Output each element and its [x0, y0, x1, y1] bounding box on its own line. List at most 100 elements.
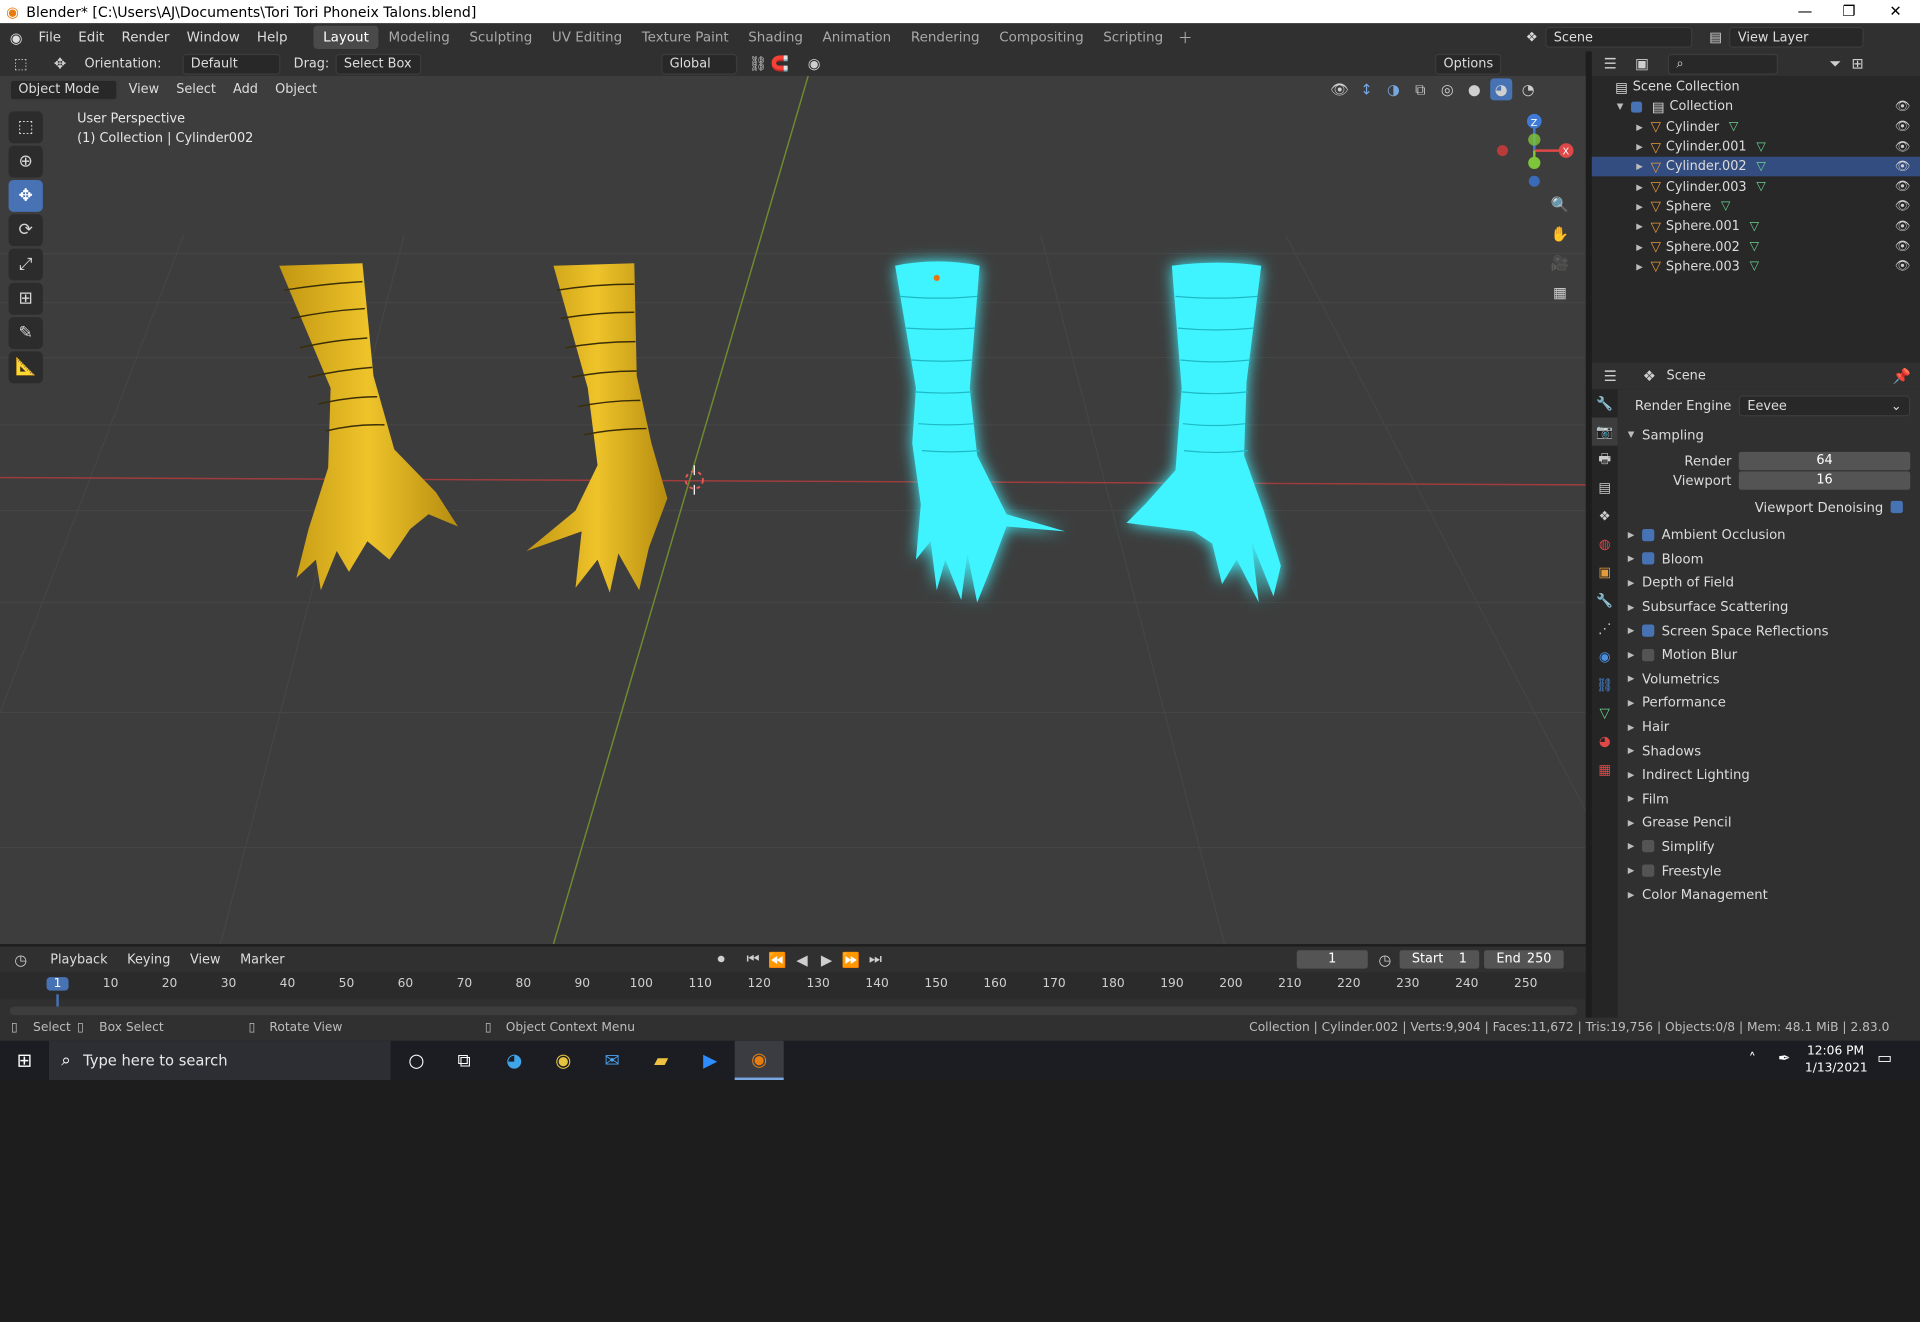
- zoom-app-icon[interactable]: ▶: [686, 1041, 735, 1080]
- tab-texture-paint[interactable]: Texture Paint: [632, 26, 739, 49]
- properties-panel-header[interactable]: ▶ Hair: [1618, 715, 1920, 739]
- rotate-tool-icon[interactable]: ⟳: [8, 214, 43, 247]
- eye-icon[interactable]: 👁: [1895, 180, 1911, 193]
- material-shading-icon[interactable]: ◕: [1490, 78, 1513, 101]
- editor-type-icon[interactable]: ⬚: [10, 53, 32, 75]
- panel-enable-checkbox[interactable]: [1642, 864, 1655, 877]
- outliner-item[interactable]: ▶ ▽ Sphere ▽ 👁: [1592, 197, 1920, 217]
- properties-panel-header[interactable]: ▶ Grease Pencil: [1618, 811, 1920, 835]
- clock[interactable]: 12:06 PM 1/13/2021: [1805, 1043, 1868, 1077]
- cyan-talon-right[interactable]: [1108, 262, 1281, 603]
- panel-enable-checkbox[interactable]: [1642, 840, 1655, 853]
- next-keyframe-icon[interactable]: ⏩: [840, 948, 862, 970]
- properties-panel-header[interactable]: ▶ Subsurface Scattering: [1618, 595, 1920, 619]
- outliner-item[interactable]: ▶ ▽ Cylinder.001 ▽ 👁: [1592, 137, 1920, 157]
- gold-talon-left[interactable]: [279, 263, 458, 591]
- orientation-select[interactable]: Default: [182, 53, 281, 75]
- tab-modeling[interactable]: Modeling: [379, 26, 460, 49]
- world-tab-icon[interactable]: ◍: [1592, 530, 1618, 558]
- expand-icon[interactable]: ▶: [1633, 162, 1645, 172]
- outliner-item[interactable]: ▶ ▽ Sphere.001 ▽ 👁: [1592, 217, 1920, 237]
- outliner-item[interactable]: ▶ ▽ Cylinder.002 ▽ 👁: [1591, 156, 1920, 177]
- record-icon[interactable]: ⏺: [710, 948, 732, 970]
- display-mode-icon[interactable]: ▣: [1631, 53, 1653, 75]
- menu-edit[interactable]: Edit: [70, 29, 113, 45]
- frame-ruler[interactable]: 1 10 20 30 40 50 60 70 80 90 100 110 120 130 140 150 160…: [0, 972, 1586, 1012]
- properties-panel-header[interactable]: ▶ Motion Blur: [1618, 643, 1920, 667]
- viewport-menu-object[interactable]: Object: [269, 82, 323, 97]
- 3d-cursor[interactable]: [684, 465, 704, 495]
- render-tab-icon[interactable]: 📷: [1591, 417, 1618, 446]
- solid-shading-icon[interactable]: ●: [1463, 78, 1485, 100]
- view-layer-icon[interactable]: ▤: [1709, 29, 1722, 45]
- expand-icon[interactable]: ▶: [1633, 222, 1645, 232]
- pan-hand-icon[interactable]: ✋: [1549, 223, 1571, 245]
- close-button[interactable]: ✕: [1873, 0, 1917, 23]
- outliner-search-input[interactable]: ⌕: [1667, 53, 1778, 75]
- transform-orientation-select[interactable]: Global: [661, 53, 737, 75]
- eye-icon[interactable]: 👁: [1895, 160, 1911, 173]
- blender-menu-icon[interactable]: ◉: [10, 29, 23, 46]
- eye-icon[interactable]: 👁: [1895, 260, 1911, 273]
- tab-layout[interactable]: Layout: [313, 25, 379, 49]
- particles-tab-icon[interactable]: ⋰: [1592, 615, 1618, 643]
- properties-panel-header[interactable]: ▶ Shadows: [1618, 739, 1920, 763]
- render-engine-select[interactable]: Eevee ⌄: [1738, 395, 1911, 417]
- tab-sculpting[interactable]: Sculpting: [460, 26, 543, 49]
- mode-select[interactable]: Object Mode: [9, 78, 118, 100]
- expand-icon[interactable]: ▶: [1633, 122, 1645, 132]
- file-explorer-icon[interactable]: ▰: [637, 1041, 686, 1080]
- drag-select[interactable]: Select Box: [335, 53, 422, 75]
- overlay-toggle-icon[interactable]: ◑: [1382, 78, 1404, 100]
- properties-panel-header[interactable]: ▶ Volumetrics: [1618, 667, 1920, 691]
- expand-icon[interactable]: ▼: [1614, 102, 1626, 112]
- taskbar-search-box[interactable]: ⌕ Type here to search: [48, 1040, 391, 1081]
- eye-icon[interactable]: 👁: [1895, 220, 1911, 233]
- options-button[interactable]: Options: [1434, 53, 1502, 75]
- viewport-denoising-checkbox[interactable]: [1890, 501, 1903, 514]
- blender-taskbar-icon[interactable]: ◉: [734, 1040, 784, 1081]
- timeline-menu-keying[interactable]: Keying: [121, 952, 176, 967]
- scale-tool-icon[interactable]: ⤢: [8, 248, 43, 281]
- eye-icon[interactable]: 👁: [1895, 120, 1911, 133]
- annotate-tool-icon[interactable]: ✎: [8, 317, 43, 349]
- select-box-tool-icon[interactable]: ⬚: [8, 111, 43, 144]
- menu-help[interactable]: Help: [248, 29, 296, 45]
- wireframe-shading-icon[interactable]: ◎: [1436, 78, 1458, 100]
- properties-panel-header[interactable]: ▶ Indirect Lighting: [1618, 763, 1920, 787]
- xray-icon[interactable]: ⧉: [1409, 78, 1431, 100]
- pin-icon[interactable]: 📌: [1891, 365, 1913, 387]
- expand-icon[interactable]: ▶: [1633, 182, 1645, 192]
- snap-icon[interactable]: 🧲: [769, 53, 791, 75]
- physics-tab-icon[interactable]: ◉: [1592, 643, 1618, 671]
- properties-panel-header[interactable]: ▶ Color Management: [1618, 883, 1920, 907]
- restore-button[interactable]: ❐: [1827, 0, 1871, 23]
- eye-icon[interactable]: 👁: [1895, 240, 1911, 253]
- tab-rendering[interactable]: Rendering: [901, 26, 989, 49]
- panel-enable-checkbox[interactable]: [1642, 552, 1655, 565]
- menu-render[interactable]: Render: [113, 29, 178, 45]
- view-layer-field[interactable]: View Layer: [1729, 26, 1865, 48]
- viewport-samples-field[interactable]: 16: [1738, 471, 1911, 490]
- scene-tab-icon[interactable]: ❖: [1592, 502, 1618, 530]
- expand-icon[interactable]: ▶: [1633, 242, 1645, 252]
- play-reverse-icon[interactable]: ◀: [791, 948, 813, 970]
- add-workspace-icon[interactable]: ＋: [1178, 27, 1193, 48]
- viewport-menu-view[interactable]: View: [122, 82, 165, 97]
- zoom-icon[interactable]: 🔍: [1549, 193, 1571, 215]
- mail-icon[interactable]: ✉: [588, 1041, 637, 1080]
- rendered-shading-icon[interactable]: ◔: [1517, 78, 1539, 100]
- timeline-menu-view[interactable]: View: [184, 952, 227, 967]
- output-tab-icon[interactable]: 🖶: [1592, 446, 1618, 474]
- view-layer-tab-icon[interactable]: ▤: [1592, 474, 1618, 502]
- new-collection-icon[interactable]: ⊞: [1847, 53, 1869, 75]
- play-icon[interactable]: ▶: [816, 948, 838, 970]
- tab-scripting[interactable]: Scripting: [1093, 26, 1172, 49]
- pen-icon[interactable]: ✒: [1778, 1049, 1790, 1066]
- tab-shading[interactable]: Shading: [738, 26, 812, 49]
- minimize-button[interactable]: —: [1783, 0, 1827, 23]
- constraints-tab-icon[interactable]: ⛓: [1592, 671, 1618, 699]
- end-frame-field[interactable]: End 250: [1484, 950, 1564, 969]
- eye-icon[interactable]: 👁: [1895, 140, 1911, 153]
- expand-icon[interactable]: ▶: [1633, 142, 1645, 152]
